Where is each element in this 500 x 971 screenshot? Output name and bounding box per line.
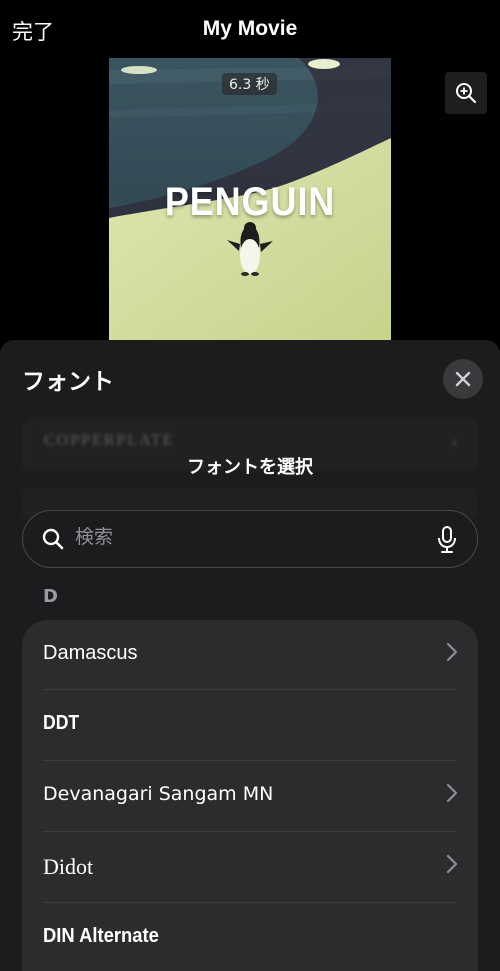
font-name-label: Damascus	[43, 642, 138, 664]
font-picker-title: フォントを選択	[187, 457, 313, 478]
page-title: My Movie	[202, 17, 298, 40]
microphone-icon[interactable]	[437, 526, 457, 554]
font-row-din-alternate[interactable]: DIN Alternate	[22, 903, 478, 971]
font-name-label: DDT	[43, 712, 80, 734]
title-overlay-text[interactable]: PENGUIN	[123, 180, 377, 225]
font-name-label: Devanagari Sangam MN	[43, 783, 274, 805]
search-input[interactable]	[75, 526, 415, 548]
zoom-in-button[interactable]	[445, 72, 487, 114]
sheet-title: フォント	[22, 369, 114, 395]
video-preview[interactable]: 6.3 秒 PENGUIN	[109, 58, 391, 342]
chevron-right-icon	[446, 642, 458, 662]
section-header-d: D	[43, 586, 58, 607]
search-icon	[42, 528, 64, 550]
zoom-in-icon	[456, 83, 477, 104]
font-row-didot[interactable]: Didot	[22, 832, 478, 902]
top-bar: 完了 My Movie	[0, 0, 500, 60]
close-button[interactable]	[443, 359, 483, 399]
font-list: Damascus DDT Devanagari Sangam MN Didot …	[22, 620, 478, 971]
font-row-ddt[interactable]: DDT	[22, 690, 478, 760]
chevron-right-icon	[446, 854, 458, 874]
background-font-label: COPPERPLATE	[44, 432, 175, 449]
font-name-label: Didot	[43, 854, 94, 879]
font-row-damascus[interactable]: Damascus	[22, 620, 478, 690]
chevron-right-icon	[446, 783, 458, 803]
chevron-right-icon: ›	[450, 432, 458, 453]
close-icon	[455, 371, 471, 387]
duration-badge: 6.3 秒	[222, 73, 277, 95]
font-name-label: DIN Alternate	[43, 925, 159, 947]
search-bar[interactable]	[22, 510, 478, 568]
font-sheet: フォント COPPERPLATE › フォントを選択 D Damascus	[0, 340, 500, 971]
font-row-devanagari-sangam-mn[interactable]: Devanagari Sangam MN	[22, 761, 478, 831]
